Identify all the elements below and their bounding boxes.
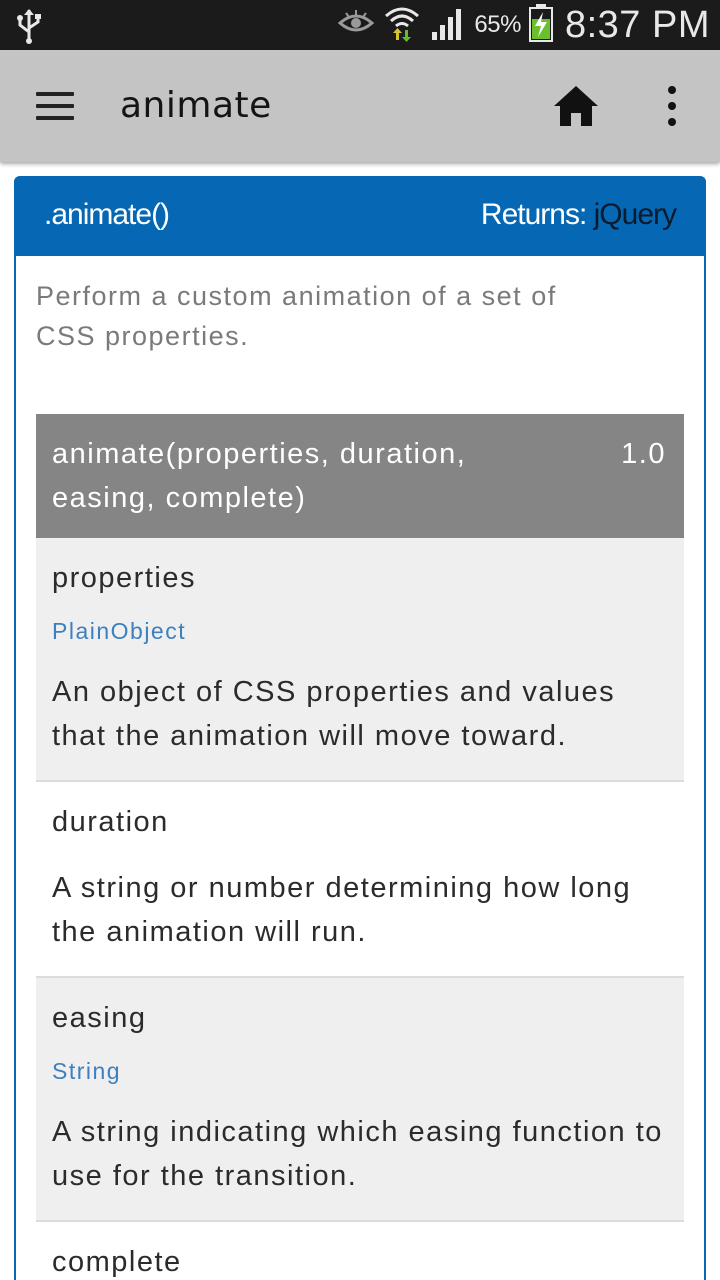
home-icon[interactable] <box>550 82 602 130</box>
returns-type-link[interactable]: jQuery <box>594 198 677 231</box>
param-name: duration <box>52 806 169 838</box>
page-title: animate <box>120 85 272 126</box>
param-description: An object of CSS properties and values t… <box>52 676 616 752</box>
wifi-icon <box>382 4 422 46</box>
status-time: 8:37 PM <box>564 3 710 46</box>
signature-header: animate(properties, duration, easing, co… <box>36 414 684 538</box>
param-name: complete <box>52 1246 182 1278</box>
returns-label: Returns: <box>480 198 594 231</box>
menu-icon[interactable] <box>26 80 86 132</box>
param-type-link[interactable]: String <box>52 1056 668 1086</box>
signature-text: animate(properties, duration, easing, co… <box>52 438 467 514</box>
signature-block: animate(properties, duration, easing, co… <box>36 414 684 1280</box>
method-description: Perform a custom animation of a set of C… <box>36 281 557 351</box>
param-row: duration A string or number determining … <box>36 782 684 978</box>
usb-icon <box>14 8 44 48</box>
battery-charging-icon <box>528 4 553 46</box>
eye-icon <box>338 9 375 41</box>
signal-icon <box>430 6 466 44</box>
param-description: A string indicating which easing functio… <box>52 1116 663 1192</box>
battery-percent: 65% <box>474 11 521 38</box>
more-vert-icon[interactable] <box>648 80 696 132</box>
status-bar: 65% 8:37 PM <box>0 0 720 50</box>
param-type-link[interactable]: PlainObject <box>52 616 668 646</box>
param-row: easing String A string indicating which … <box>36 978 684 1222</box>
returns-info: Returns: jQuery <box>480 198 677 232</box>
version-added: 1.0 <box>621 438 666 470</box>
param-name: easing <box>52 1002 147 1034</box>
method-name: .animate() <box>44 198 170 231</box>
param-row: complete <box>36 1222 684 1280</box>
param-description: A string or number determining how long … <box>52 872 632 948</box>
param-row: properties PlainObject An object of CSS … <box>36 538 684 782</box>
card-header: .animate() Returns: jQuery <box>14 176 706 256</box>
app-bar: animate <box>0 50 720 162</box>
api-entry-card: .animate() Returns: jQuery Perform a cus… <box>14 176 706 1280</box>
param-name: properties <box>52 562 196 594</box>
